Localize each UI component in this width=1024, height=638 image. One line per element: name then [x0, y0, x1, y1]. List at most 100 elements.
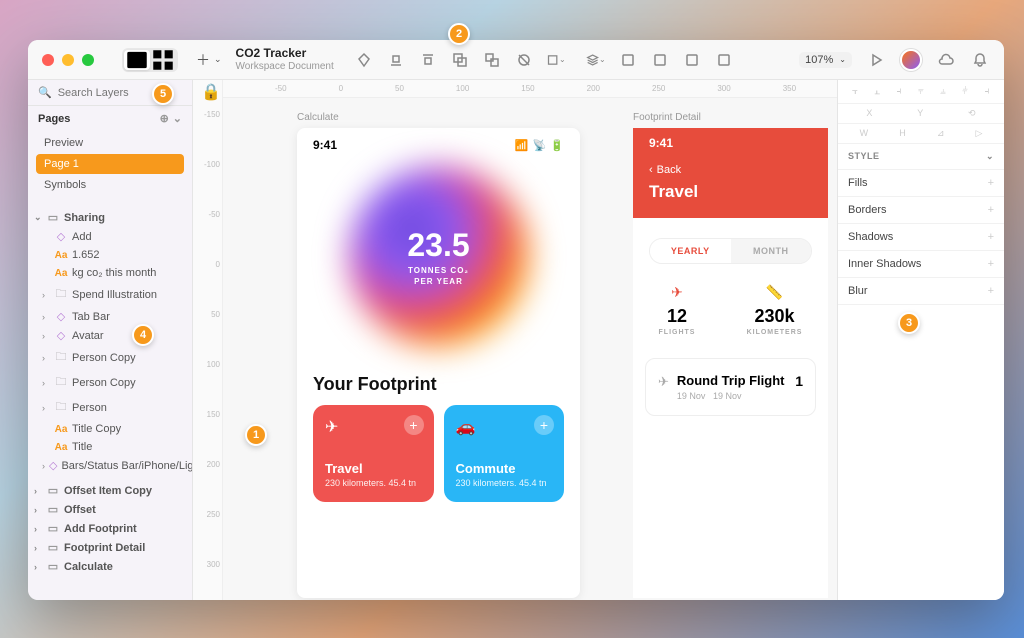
zoom-window-button[interactable] [82, 54, 94, 66]
style-section-header[interactable]: STYLE⌄ [838, 144, 1004, 170]
layers-tool-icon[interactable]: ⌄ [586, 50, 606, 70]
component-2-icon[interactable] [650, 50, 670, 70]
add-travel-icon[interactable]: + [404, 415, 424, 435]
mask-tool-icon[interactable] [514, 50, 534, 70]
lock-icon[interactable]: 🔒 [201, 82, 215, 102]
artboard-1-label[interactable]: Calculate [297, 112, 339, 123]
add-page-icon[interactable]: ⊕ [160, 112, 169, 125]
search-input[interactable] [58, 87, 200, 99]
layer-person-copy-2[interactable]: ›🗀Person Copy [28, 370, 192, 395]
trip-extra: 1 [795, 373, 803, 389]
prop-blur[interactable]: Blur+ [838, 278, 1004, 305]
back-button[interactable]: ‹Back [649, 164, 812, 176]
layer-title-copy[interactable]: AaTitle Copy [28, 420, 192, 438]
page-item-preview[interactable]: Preview [36, 133, 184, 153]
horizontal-ruler: -50050100150200250300350400450500 [223, 80, 837, 98]
component-4-icon[interactable] [714, 50, 734, 70]
callout-1: 1 [245, 424, 267, 446]
layer-footprint-detail[interactable]: ›▭Footprint Detail [28, 538, 192, 557]
layer-offset-item-copy[interactable]: ›▭Offset Item Copy [28, 481, 192, 500]
layer-person-copy-1[interactable]: ›🗀Person Copy [28, 345, 192, 370]
layer-person[interactable]: ›🗀Person [28, 395, 192, 420]
crop-tool-icon[interactable]: ⌄ [546, 50, 566, 70]
prop-borders[interactable]: Borders+ [838, 197, 1004, 224]
chevron-down-icon: ⌄ [986, 151, 994, 162]
document-title[interactable]: CO2 Tracker Workspace Document [236, 47, 334, 71]
add-inner-shadow-icon[interactable]: + [988, 258, 994, 270]
segment-month[interactable]: MONTH [731, 239, 812, 263]
callout-3: 3 [898, 312, 920, 334]
group-tool-icon[interactable] [450, 50, 470, 70]
commute-card[interactable]: 🚗 + Commute 230 kilometers. 45.4 tn [444, 405, 565, 502]
align-right-icon[interactable]: ⫞ [892, 86, 906, 97]
align-top-icon[interactable]: ⫧ [914, 86, 928, 97]
user-avatar[interactable] [900, 49, 922, 71]
align-bottom-icon[interactable]: ⫩ [958, 86, 972, 97]
layer-status-bar[interactable]: ›◇Bars/Status Bar/iPhone/Light [28, 456, 192, 475]
pages-header: Pages ⊕ ⌄ [28, 106, 192, 131]
layer-kgco2[interactable]: Aakg co₂ this month [28, 264, 192, 282]
layer-add[interactable]: ◇Add [28, 227, 192, 246]
paint-tool-icon[interactable] [354, 50, 374, 70]
detail-stats: ✈ 12 FLIGHTS 📏 230k KILOMETERS [633, 284, 828, 336]
travel-card[interactable]: ✈ + Travel 230 kilometers. 45.4 tn [313, 405, 434, 502]
trip-card[interactable]: ✈ Round Trip Flight 19 Nov 19 Nov 1 [645, 358, 816, 416]
minimize-window-button[interactable] [62, 54, 74, 66]
add-shadow-icon[interactable]: + [988, 231, 994, 243]
detail-title: Travel [649, 182, 812, 202]
layer-offset[interactable]: ›▭Offset [28, 500, 192, 519]
segment-yearly[interactable]: YEARLY [650, 239, 731, 263]
artboard-2-label[interactable]: Footprint Detail [633, 112, 701, 123]
layer-1652[interactable]: Aa1.652 [28, 246, 192, 264]
layer-tab-bar[interactable]: ›◇Tab Bar [28, 307, 192, 326]
align-icons-row: ⫟ ⫠ ⫞ ⫧ ⫨ ⫩ ⫞ [838, 80, 1004, 104]
segment-control[interactable]: YEARLY MONTH [649, 238, 812, 264]
prop-shadows[interactable]: Shadows+ [838, 224, 1004, 251]
canvas[interactable]: Calculate 9:41 📶 📡 🔋 23.5 TONNES C [223, 98, 837, 600]
distribute-icon[interactable]: ⫞ [980, 86, 994, 97]
page-item-page1[interactable]: Page 1 [36, 154, 184, 174]
cloud-icon[interactable] [936, 50, 956, 70]
notifications-icon[interactable] [970, 50, 990, 70]
layer-group-sharing[interactable]: ⌄▭Sharing [28, 208, 192, 227]
align-top-icon[interactable] [418, 50, 438, 70]
align-left-icon[interactable]: ⫟ [848, 86, 862, 97]
titlebar: ＋ ⌄ CO2 Tracker Workspace Document ⌄ ⌄ 1… [28, 40, 1004, 80]
play-preview-icon[interactable] [866, 50, 886, 70]
doc-title-text: CO2 Tracker [236, 47, 334, 60]
canvas-view-button[interactable] [124, 50, 150, 70]
layer-avatar[interactable]: ›◇Avatar [28, 326, 192, 345]
artboard-calculate[interactable]: 9:41 📶 📡 🔋 23.5 TONNES CO₂ PER YEAR [297, 128, 580, 598]
prop-inner-shadows[interactable]: Inner Shadows+ [838, 251, 1004, 278]
align-center-h-icon[interactable]: ⫠ [870, 86, 884, 97]
app-window: ＋ ⌄ CO2 Tracker Workspace Document ⌄ ⌄ 1… [28, 40, 1004, 600]
stat-kilometers: 📏 230k KILOMETERS [747, 284, 803, 336]
add-commute-icon[interactable]: + [534, 415, 554, 435]
layer-title[interactable]: AaTitle [28, 438, 192, 456]
close-window-button[interactable] [42, 54, 54, 66]
page-item-symbols[interactable]: Symbols [36, 175, 184, 195]
add-border-icon[interactable]: + [988, 204, 994, 216]
detail-time: 9:41 [649, 136, 812, 150]
co2-value: 23.5 [407, 227, 469, 264]
plane-icon: ✈ [659, 284, 696, 302]
component-3-icon[interactable] [682, 50, 702, 70]
align-middle-icon[interactable]: ⫨ [936, 86, 950, 97]
layer-add-footprint[interactable]: ›▭Add Footprint [28, 519, 192, 538]
battery-icon: 🔋 [550, 139, 564, 152]
artboard-footprint-detail[interactable]: 9:41 ‹Back Travel YEARLY MONTH ✈ 12 FLIG… [633, 128, 828, 598]
layer-spend-illustration[interactable]: ›🗀Spend Illustration [28, 282, 192, 307]
grid-view-button[interactable] [150, 50, 176, 70]
zoom-control[interactable]: 107%⌄ [799, 52, 852, 68]
add-blur-icon[interactable]: + [988, 285, 994, 297]
combine-tool-icon[interactable] [482, 50, 502, 70]
component-1-icon[interactable] [618, 50, 638, 70]
left-sidebar: 🔍 Pages ⊕ ⌄ Preview Page 1 Symbols ⌄▭Sha… [28, 80, 193, 600]
insert-menu[interactable]: ＋ ⌄ [196, 50, 222, 70]
add-fill-icon[interactable]: + [988, 177, 994, 189]
align-tool-icon[interactable] [386, 50, 406, 70]
collapse-pages-icon[interactable]: ⌄ [173, 112, 182, 125]
layer-calculate[interactable]: ›▭Calculate [28, 557, 192, 576]
prop-fills[interactable]: Fills+ [838, 170, 1004, 197]
detail-header: 9:41 ‹Back Travel [633, 128, 828, 218]
